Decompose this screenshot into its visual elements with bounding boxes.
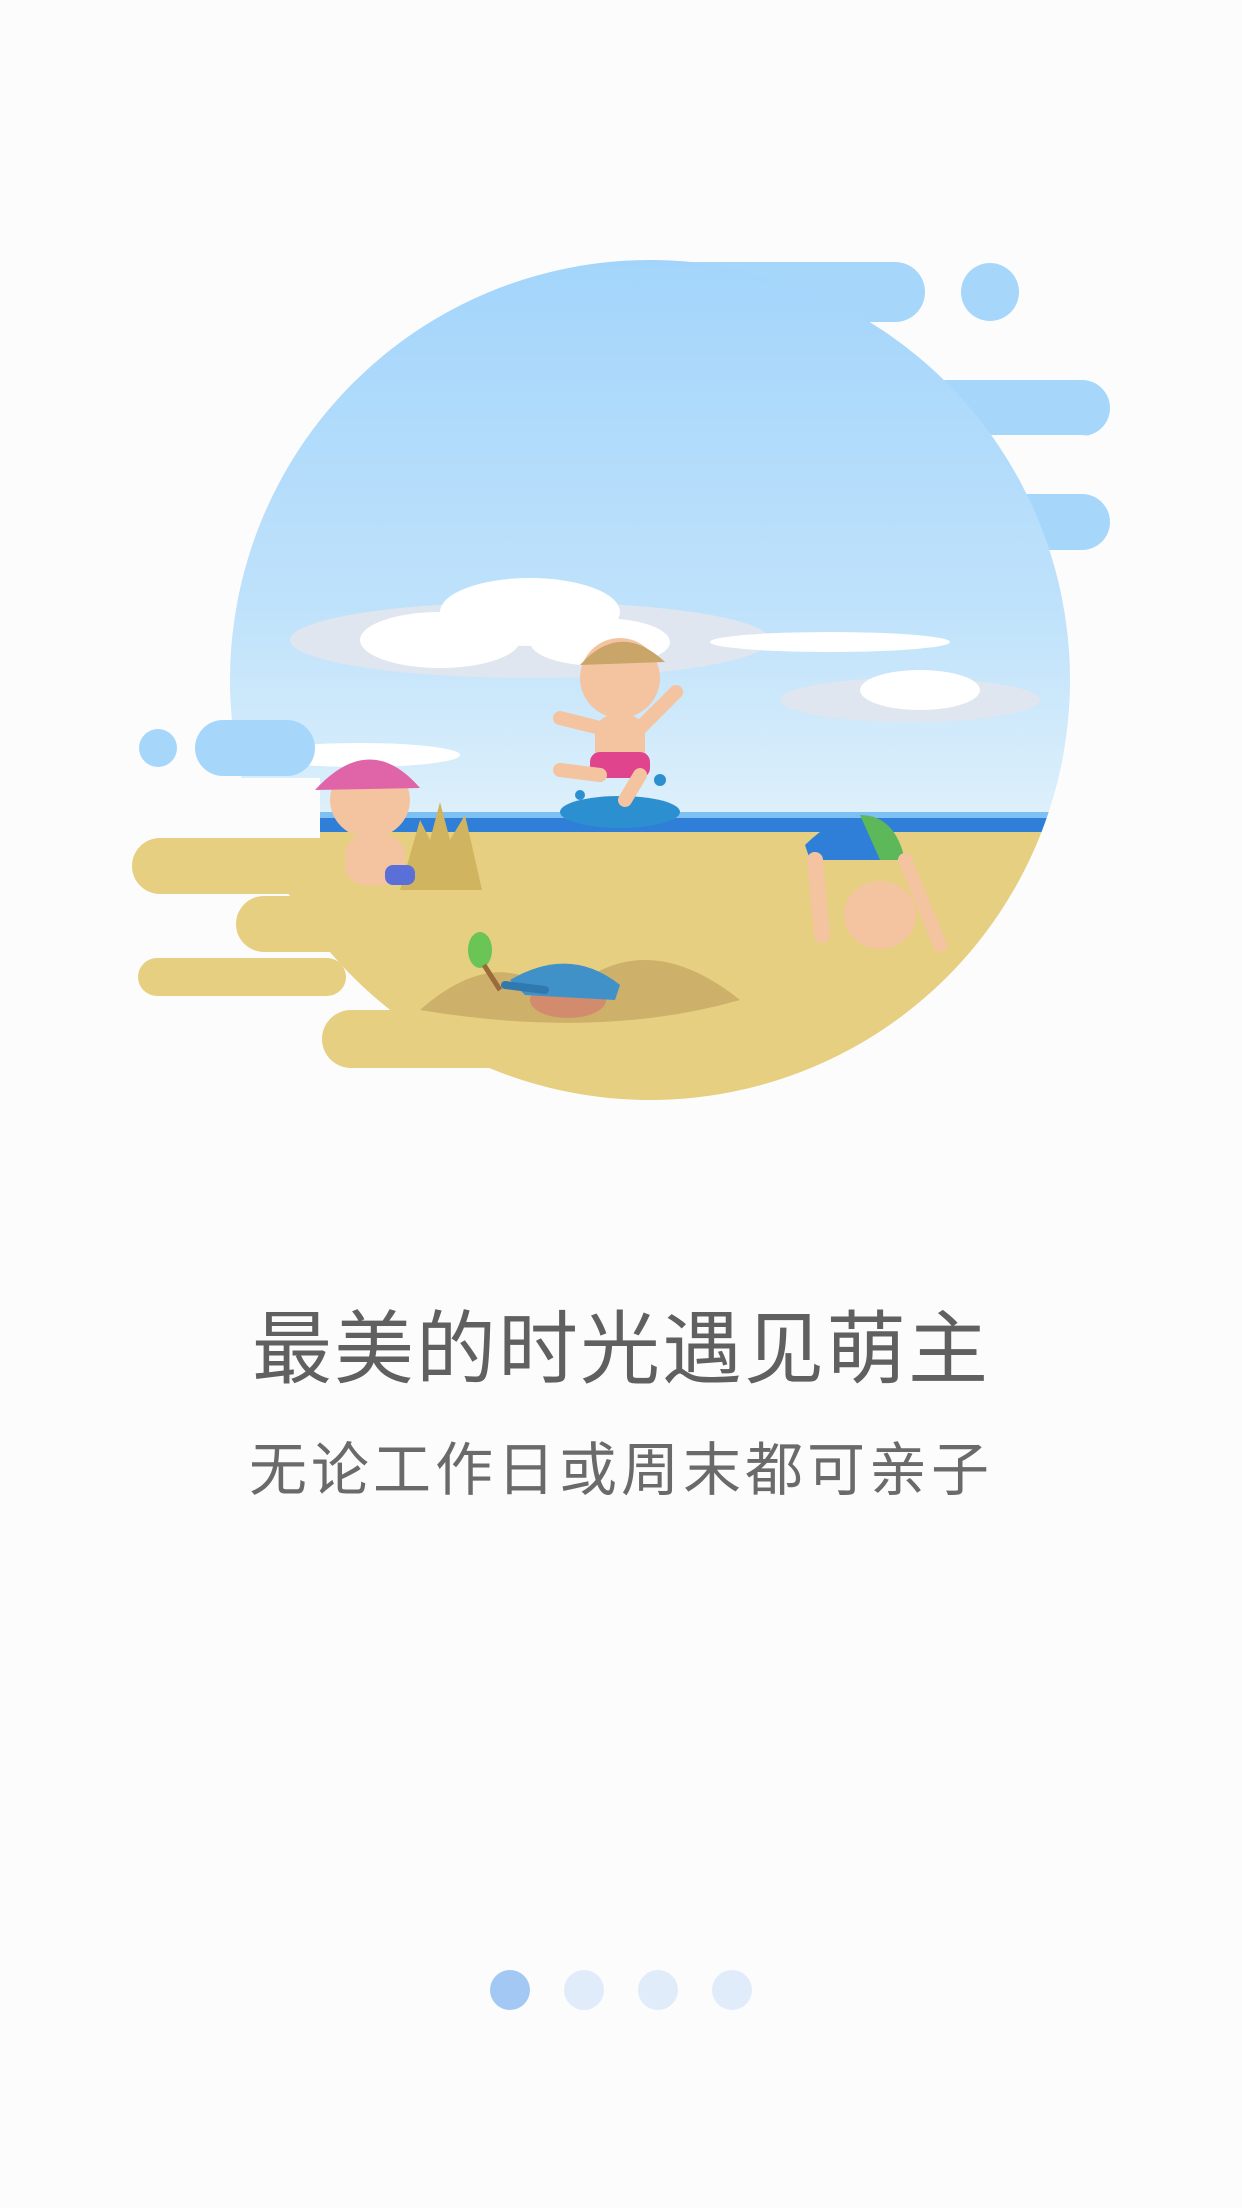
onboarding-title: 最美的时光遇见萌主 [252, 1303, 990, 1396]
page-indicator-dot-1[interactable] [490, 1970, 530, 2010]
page-indicator-dot-2[interactable] [564, 1970, 604, 2010]
page-indicator-dot-3[interactable] [638, 1970, 678, 2010]
page-indicator-dot-4[interactable] [712, 1970, 752, 2010]
page-indicator [0, 1970, 1242, 2010]
onboarding-subtitle: 无论工作日或周末都可亲子 [248, 1436, 993, 1504]
onboarding-screen: 最美的时光遇见萌主 无论工作日或周末都可亲子 [0, 0, 1242, 2208]
beach-kids-illustration-icon [132, 260, 1112, 1100]
